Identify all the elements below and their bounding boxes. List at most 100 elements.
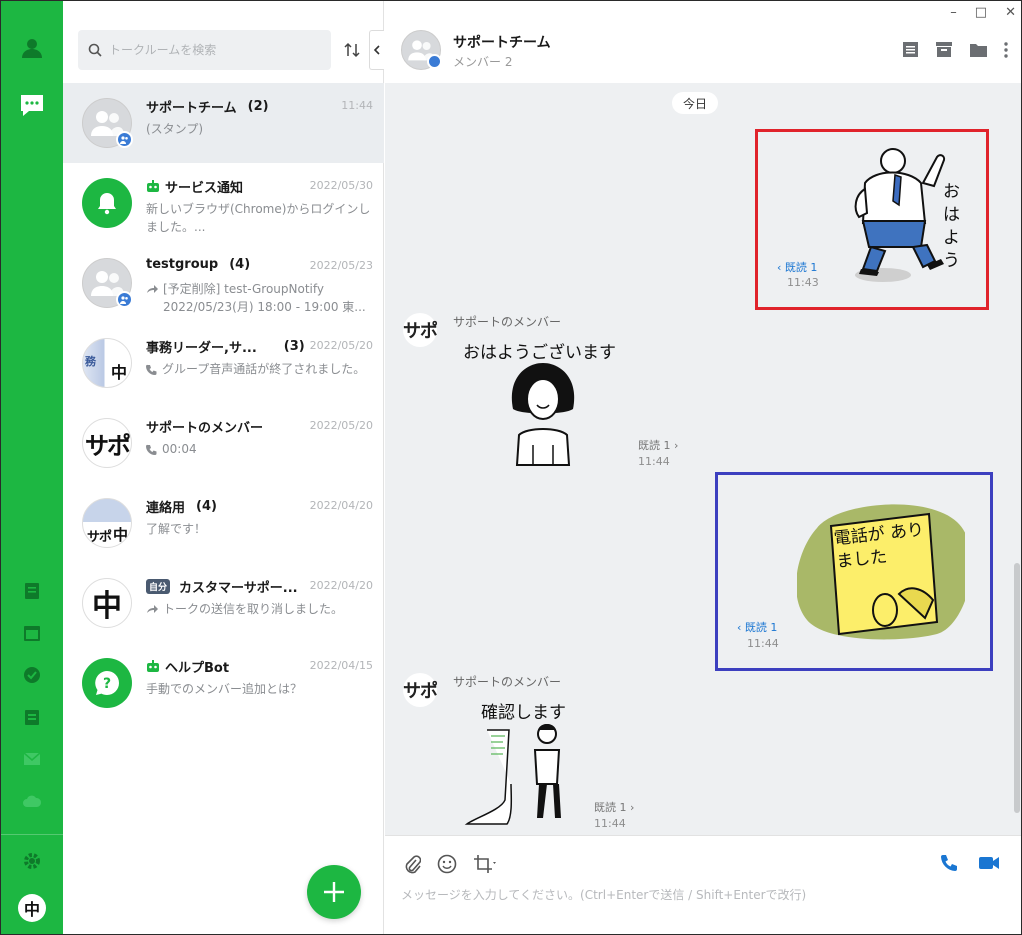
line-works-window: 中 サポートチーム (2) 11:44 (スタンプ) xyxy=(0,0,1022,935)
self-avatar: 中 xyxy=(82,578,132,628)
attach-icon[interactable] xyxy=(403,854,421,874)
room-item-contact[interactable]: サポ 中 連絡用 (4) 2022/04/20 了解です！ xyxy=(63,483,384,563)
avatar-glyph: 中 xyxy=(18,894,46,922)
folder-icon[interactable] xyxy=(969,42,988,58)
read-receipt[interactable]: 既読 1 › xyxy=(638,437,678,453)
room-time: 11:44 xyxy=(341,99,373,112)
more-icon[interactable] xyxy=(1004,41,1008,58)
room-time: 2022/05/23 xyxy=(309,259,373,272)
maximize-button[interactable]: □ xyxy=(975,5,987,20)
preview-text: トークの送信を取り消しました。 xyxy=(163,602,344,616)
member-count[interactable]: メンバー 2 xyxy=(453,53,512,70)
help-icon: ? xyxy=(95,671,119,695)
video-icon[interactable] xyxy=(978,855,1000,871)
help-avatar: ? xyxy=(82,658,132,708)
room-preview: [予定削除] test-GroupNotify 2022/05/23(月) 18… xyxy=(146,280,374,316)
composer-tools xyxy=(403,854,499,874)
chat-title[interactable]: サポートチーム xyxy=(453,32,551,52)
album-icon[interactable] xyxy=(935,41,953,58)
sticker-girl[interactable] xyxy=(503,361,583,471)
room-name-text: testgroup xyxy=(146,257,219,272)
member-avatar: サポ xyxy=(82,418,132,468)
collapse-icon[interactable] xyxy=(369,30,384,70)
phone-icon[interactable] xyxy=(940,854,958,872)
search-input[interactable] xyxy=(109,43,319,57)
chat-icon[interactable] xyxy=(1,83,63,127)
read-receipt[interactable]: ‹ 既読 1 xyxy=(737,619,777,635)
room-item-customer-support[interactable]: 中 自分 カスタマーサポー... 2022/04/20 トークの送信を取り消しまし… xyxy=(63,563,384,643)
close-button[interactable]: ✕ xyxy=(1005,5,1016,20)
sticker-receipt-man[interactable] xyxy=(461,720,571,832)
forward-icon xyxy=(147,605,158,613)
sender-avatar[interactable]: サポ xyxy=(403,313,438,347)
mail-icon[interactable] xyxy=(1,737,63,781)
search-icon xyxy=(88,43,102,57)
add-button[interactable] xyxy=(307,865,361,919)
room-name: ヘルプBot xyxy=(146,657,229,676)
man-reading-receipt-sticker xyxy=(464,724,561,825)
room-item-support-team[interactable]: サポートチーム (2) 11:44 (スタンプ) xyxy=(63,83,384,163)
message-list: 今日 おはよう ‹ 既読 1 11:43 サポ サポートのメンバー おはようござ… xyxy=(385,83,1021,835)
emoji-icon[interactable] xyxy=(437,854,457,874)
read-label: 既読 1 xyxy=(594,801,627,814)
friends-icon[interactable] xyxy=(1,26,63,70)
room-time: 2022/05/20 xyxy=(309,419,373,432)
room-preview: トークの送信を取り消しました。 xyxy=(146,600,374,618)
crop-icon[interactable] xyxy=(473,854,499,874)
read-label: 既読 1 xyxy=(638,439,671,452)
search-box[interactable] xyxy=(78,30,331,70)
minimize-button[interactable]: – xyxy=(950,5,957,20)
calendar-icon[interactable] xyxy=(1,611,63,655)
read-receipt[interactable]: 既読 1 › xyxy=(594,799,634,815)
notes-icon[interactable] xyxy=(1,569,63,613)
scrollbar[interactable] xyxy=(1014,563,1020,813)
avatar-text: 中 xyxy=(92,589,122,624)
room-name: 事務リーダー,サ... (3) xyxy=(146,337,305,356)
settings-icon[interactable] xyxy=(1,839,63,883)
bell-avatar xyxy=(82,178,132,228)
message-time: 11:44 xyxy=(638,455,670,468)
room-name: サポートチーム (2) xyxy=(146,97,269,116)
group-badge-icon xyxy=(427,54,442,69)
read-label: 既読 1 xyxy=(744,621,778,634)
sticker-greeting-text: おはようございます xyxy=(463,343,616,363)
room-item-service-notice[interactable]: サービス通知 2022/05/30 新しいブラウザ(Chrome)からログインし… xyxy=(63,163,384,243)
room-item-support-member[interactable]: サポ サポートのメンバー 2022/05/20 00:04 xyxy=(63,403,384,483)
avatar-fragment: 務 xyxy=(85,355,96,368)
room-preview: グループ音声通話が終了されました。 xyxy=(146,360,374,378)
room-name-text: カスタマーサポー... xyxy=(179,581,298,596)
room-item-office-leader[interactable]: 務 中 事務リーダー,サ... (3) 2022/05/20 グループ音声通話が終… xyxy=(63,323,384,403)
room-name: 連絡用 (4) xyxy=(146,497,217,516)
room-item-testgroup[interactable]: testgroup (4) 2022/05/23 [予定削除] test-Grou… xyxy=(63,243,384,323)
room-name-text: 連絡用 xyxy=(146,501,186,516)
call-icon xyxy=(146,444,157,455)
room-preview: 新しいブラウザ(Chrome)からログインしました。... xyxy=(146,202,371,234)
add-icon xyxy=(324,882,344,902)
room-name-text: サポートのメンバー xyxy=(146,421,264,436)
room-name-text: サービス通知 xyxy=(165,181,244,196)
room-time: 2022/04/20 xyxy=(309,499,373,512)
schedule-icon[interactable] xyxy=(1,695,63,739)
tasks-icon[interactable] xyxy=(1,653,63,697)
message-time: 11:43 xyxy=(787,276,819,289)
sticky-note-sticker xyxy=(796,504,972,640)
room-item-help-bot[interactable]: ? ヘルプBot 2022/04/15 手動でのメンバー追加とは？ xyxy=(63,643,384,723)
bot-icon xyxy=(147,180,159,192)
notes-header-icon[interactable] xyxy=(902,41,919,58)
nav-rail: 中 xyxy=(1,1,63,934)
read-receipt[interactable]: ‹ 既読 1 xyxy=(777,259,817,275)
cloud-icon[interactable] xyxy=(1,779,63,823)
message-input[interactable] xyxy=(401,884,1001,906)
collage-avatar: 務 中 xyxy=(82,338,132,388)
my-avatar[interactable]: 中 xyxy=(1,886,63,930)
sender-avatar[interactable]: サポ xyxy=(403,673,438,707)
room-count: (3) xyxy=(283,339,305,354)
avatar-fragment-2: 中 xyxy=(111,363,128,382)
sticker-phone-call[interactable] xyxy=(796,498,972,647)
avatar-text: サポ xyxy=(85,431,131,460)
sort-icon[interactable] xyxy=(339,37,365,63)
window-controls: – □ ✕ xyxy=(950,5,1016,20)
message-time: 11:44 xyxy=(594,817,626,830)
room-list-panel: サポートチーム (2) 11:44 (スタンプ) サービス通知 2022/05/3… xyxy=(63,1,384,934)
self-badge: 自分 xyxy=(146,579,171,594)
